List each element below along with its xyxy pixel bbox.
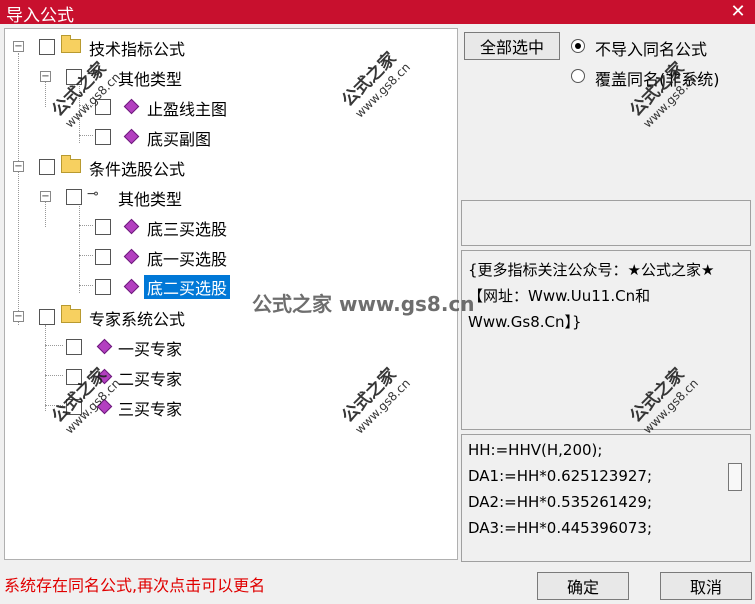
tree-group-expert[interactable]: − 专家系统公式 [5, 303, 265, 331]
radio-overwrite[interactable] [571, 69, 585, 83]
cancel-button[interactable]: 取消 [660, 572, 752, 600]
tree-subgroup-tech-other[interactable]: − ⊸ 其他类型 [5, 63, 265, 91]
item-checkbox[interactable] [95, 249, 111, 265]
item-checkbox[interactable] [66, 339, 82, 355]
ok-button[interactable]: 确定 [537, 572, 629, 600]
item-label: 二买专家 [118, 370, 183, 389]
code-line: DA2:=HH*0.535261429; [468, 493, 653, 511]
item-label: 底一买选股 [147, 250, 228, 269]
info-box [461, 200, 751, 246]
subgroup-label: 其他类型 [118, 190, 183, 209]
item-label: 止盈线主图 [147, 100, 228, 119]
tree-group-condition[interactable]: − 条件选股公式 [5, 153, 265, 181]
group-label: 技术指标公式 [89, 40, 186, 59]
title-bar: 导入公式 ✕ [0, 0, 755, 26]
radio-no-import-label[interactable]: 不导入同名公式 [595, 36, 707, 60]
tree-item[interactable]: 底三买选股 [5, 213, 265, 241]
collapse-icon[interactable]: − [13, 161, 24, 172]
item-label: 底三买选股 [147, 220, 228, 239]
watermark-stamp: 公式之家 www.gs8.cn [626, 58, 701, 131]
tree-subgroup-condition-other[interactable]: − ⊸ 其他类型 [5, 183, 265, 211]
subgroup-checkbox[interactable] [66, 189, 82, 205]
tree-item[interactable]: 二买专家 [5, 363, 265, 391]
watermark: 公式之家 www.gs8.cn [252, 292, 475, 316]
radio-no-import[interactable] [571, 39, 585, 53]
formula-icon [123, 248, 140, 265]
scrollbar-thumb[interactable] [728, 463, 742, 491]
item-checkbox[interactable] [95, 129, 111, 145]
description-text: {更多指标关注公众号：★公式之家★【网址：Www.Uu11.Cn和Www.Gs8… [468, 261, 715, 331]
key-icon: ⊸ [87, 186, 99, 202]
status-message: 系统存在同名公式,再次点击可以更名 [4, 576, 266, 595]
group-label: 专家系统公式 [89, 310, 186, 329]
code-line: DA1:=HH*0.625123927; [468, 467, 653, 485]
item-label: 底二买选股 [144, 275, 231, 299]
item-label: 一买专家 [118, 340, 183, 359]
item-checkbox[interactable] [95, 219, 111, 235]
tree-item[interactable]: 止盈线主图 [5, 93, 265, 121]
subgroup-label: 其他类型 [118, 70, 183, 89]
formula-icon [123, 128, 140, 145]
formula-icon [96, 338, 113, 355]
code-line: DA3:=HH*0.445396073; [468, 519, 653, 537]
formula-icon [123, 98, 140, 115]
item-checkbox[interactable] [95, 279, 111, 295]
tree-group-tech[interactable]: − 技术指标公式 [5, 33, 265, 61]
folder-icon [61, 305, 81, 323]
code-line: HH:=HHV(H,200); [468, 441, 603, 459]
collapse-icon[interactable]: − [40, 71, 51, 82]
select-all-button[interactable]: 全部选中 [464, 32, 560, 60]
group-checkbox[interactable] [39, 159, 55, 175]
tree-item[interactable]: 一买专家 [5, 333, 265, 361]
item-label: 底买副图 [147, 130, 212, 149]
tree-item-selected[interactable]: 底二买选股 [5, 273, 265, 301]
formula-icon [123, 278, 140, 295]
tree-item[interactable]: 底一买选股 [5, 243, 265, 271]
close-icon[interactable]: ✕ [721, 0, 755, 24]
folder-icon [61, 35, 81, 53]
group-label: 条件选股公式 [89, 160, 186, 179]
group-checkbox[interactable] [39, 309, 55, 325]
tree-item[interactable]: 底买副图 [5, 123, 265, 151]
formula-icon [123, 218, 140, 235]
group-checkbox[interactable] [39, 39, 55, 55]
collapse-icon[interactable]: − [40, 191, 51, 202]
collapse-icon[interactable]: − [13, 311, 24, 322]
item-label: 三买专家 [118, 400, 183, 419]
collapse-icon[interactable]: − [13, 41, 24, 52]
description-panel: {更多指标关注公众号：★公式之家★【网址：Www.Uu11.Cn和Www.Gs8… [461, 250, 751, 430]
folder-icon [61, 155, 81, 173]
code-preview[interactable]: HH:=HHV(H,200); DA1:=HH*0.625123927; DA2… [461, 434, 751, 562]
tree-item[interactable]: 三买专家 [5, 393, 265, 421]
window-title: 导入公式 [6, 6, 74, 26]
